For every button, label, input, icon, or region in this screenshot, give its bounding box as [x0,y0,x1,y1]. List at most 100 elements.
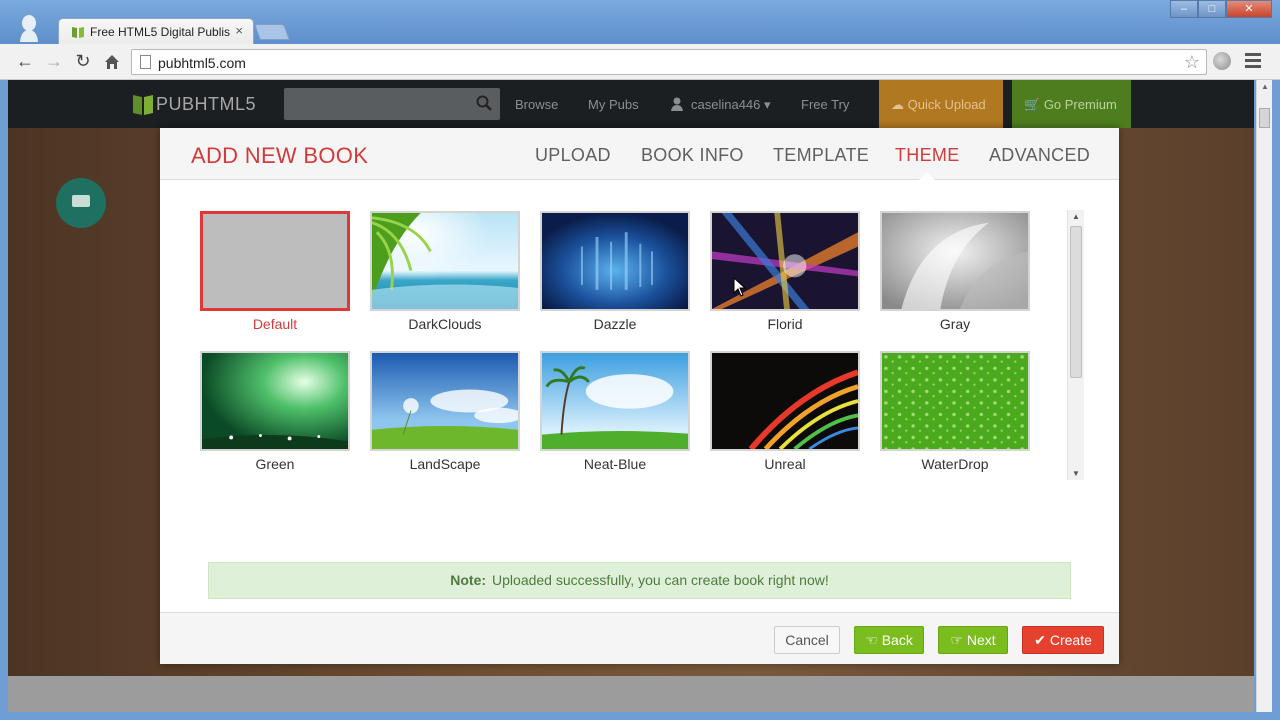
theme-green[interactable]: Green [200,351,350,475]
browser-menu-icon[interactable] [1245,53,1261,71]
bookmark-star-icon[interactable]: ☆ [1184,52,1200,73]
scroll-down-arrow-icon[interactable]: ▼ [1072,469,1080,478]
book-favicon-icon [72,27,84,38]
url-text: pubhtml5.com [158,55,246,71]
theme-label: Florid [767,316,803,332]
back-label: Back [881,632,913,648]
chat-bubble-icon[interactable] [56,178,106,228]
step-theme[interactable]: THEME [895,145,960,166]
note-text: Uploaded successfully, you can create bo… [492,572,829,588]
modal-title: ADD NEW BOOK [191,143,369,168]
cancel-button[interactable]: Cancel [774,626,840,654]
theme-dazzle[interactable]: Dazzle [540,211,690,335]
step-book-info[interactable]: BOOK INFO [641,145,744,166]
browser-tab-active[interactable]: Free HTML5 Digital Publis × [58,18,254,45]
hand-right-icon: ☞ [950,632,963,648]
maximize-button[interactable]: □ [1198,0,1226,18]
step-upload[interactable]: UPLOAD [535,145,611,166]
theme-thumbnail[interactable] [200,351,350,451]
step-template[interactable]: TEMPLATE [773,145,869,166]
create-label: Create [1049,632,1092,648]
theme-label: LandScape [409,456,481,472]
site-navbar: PUBHTML5 Browse My Pubs caselina446 ▾ Fr… [8,80,1254,128]
note-label: Note: [450,572,487,588]
next-button[interactable]: ☞ Next [938,626,1008,654]
quick-upload-button[interactable]: ☁ Quick Upload [879,80,1003,128]
logo-text: PUBHTML5 [156,93,257,114]
browser-titlebar: Free HTML5 Digital Publis × – □ ✕ [0,0,1280,45]
add-new-book-modal: ADD NEW BOOK UPLOAD BOOK INFO TEMPLATE T… [160,128,1119,664]
cloud-upload-icon: ☁ [891,97,904,112]
quick-upload-label: Quick Upload [907,97,986,112]
theme-waterdrop[interactable]: WaterDrop [880,351,1030,475]
hand-left-icon: ☜ [865,632,878,648]
window-scroll-thumb[interactable] [1259,108,1270,128]
tab-title: Free HTML5 Digital Publis [90,25,230,39]
theme-unreal[interactable]: Unreal [710,351,860,475]
close-window-button[interactable]: ✕ [1226,0,1272,18]
profile-icon[interactable] [18,14,40,42]
browser-toolbar: ← → ↻ pubhtml5.com ☆ [0,44,1280,80]
caret-down-icon: ▾ [764,97,771,112]
new-tab-button[interactable] [254,24,290,40]
tab-close-icon[interactable]: × [235,23,243,38]
active-step-caret [918,172,936,181]
theme-label: Green [255,456,295,472]
home-icon[interactable] [104,54,120,70]
theme-label: Unreal [764,456,806,472]
forward-arrow-icon[interactable]: → [43,51,65,71]
username-label: caselina446 [691,97,761,112]
theme-label: Dazzle [593,316,637,332]
theme-label: WaterDrop [921,456,989,472]
theme-thumbnail[interactable] [200,211,350,311]
user-icon [671,97,683,111]
theme-label: Gray [939,316,971,332]
site-logo[interactable]: PUBHTML5 [132,92,256,116]
theme-florid[interactable]: Florid [710,211,860,335]
theme-label: Neat-Blue [583,456,647,472]
logo-book-icon [133,95,153,115]
theme-darkclouds[interactable]: DarkClouds [370,211,520,335]
theme-default[interactable]: Default [200,211,350,335]
theme-grid-scrollbar[interactable]: ▲ ▼ [1067,210,1084,480]
user-menu[interactable]: caselina446 ▾ [691,97,771,113]
theme-thumbnail[interactable] [880,211,1030,311]
theme-landscape[interactable]: LandScape [370,351,520,475]
next-label: Next [966,632,996,648]
go-premium-label: Go Premium [1043,97,1117,112]
page-footer-strip [8,676,1254,712]
window-controls: – □ ✕ [1170,0,1272,20]
step-advanced[interactable]: ADVANCED [989,145,1090,166]
theme-grid-scroll-thumb[interactable] [1070,226,1082,378]
theme-neat-blue[interactable]: Neat-Blue [540,351,690,475]
nav-my-pubs-link[interactable]: My Pubs [588,97,639,112]
theme-gray[interactable]: Gray [880,211,1030,335]
nav-browse-link[interactable]: Browse [515,97,558,112]
theme-label: Default [252,316,298,332]
nav-free-try-link[interactable]: Free Try [801,97,849,112]
page-icon [140,55,151,69]
extension-globe-icon[interactable] [1213,52,1231,70]
modal-header: ADD NEW BOOK UPLOAD BOOK INFO TEMPLATE T… [160,128,1119,181]
site-search-input[interactable] [284,88,500,120]
address-bar[interactable]: pubhtml5.com ☆ [131,49,1207,75]
upload-success-note: Note: Uploaded successfully, you can crea… [208,562,1071,599]
theme-thumbnail[interactable] [540,211,690,311]
theme-thumbnail[interactable] [880,351,1030,451]
search-icon[interactable] [476,95,492,111]
theme-thumbnail[interactable] [540,351,690,451]
theme-thumbnail[interactable] [370,211,520,311]
scroll-up-arrow-icon[interactable]: ▲ [1072,212,1080,221]
minimize-button[interactable]: – [1170,0,1198,18]
mouse-cursor-icon [733,277,747,297]
theme-thumbnail[interactable] [370,351,520,451]
create-button[interactable]: ✔ Create [1022,626,1104,654]
go-premium-button[interactable]: 🛒 Go Premium [1012,80,1131,128]
scroll-up-arrow-icon[interactable]: ▲ [1261,82,1269,91]
window-scrollbar[interactable]: ▲ [1256,80,1272,712]
back-button[interactable]: ☜ Back [854,626,924,654]
back-arrow-icon[interactable]: ← [14,51,36,71]
modal-footer: Cancel ☜ Back ☞ Next ✔ Create [160,612,1119,664]
theme-thumbnail[interactable] [710,351,860,451]
reload-icon[interactable]: ↻ [72,51,94,71]
